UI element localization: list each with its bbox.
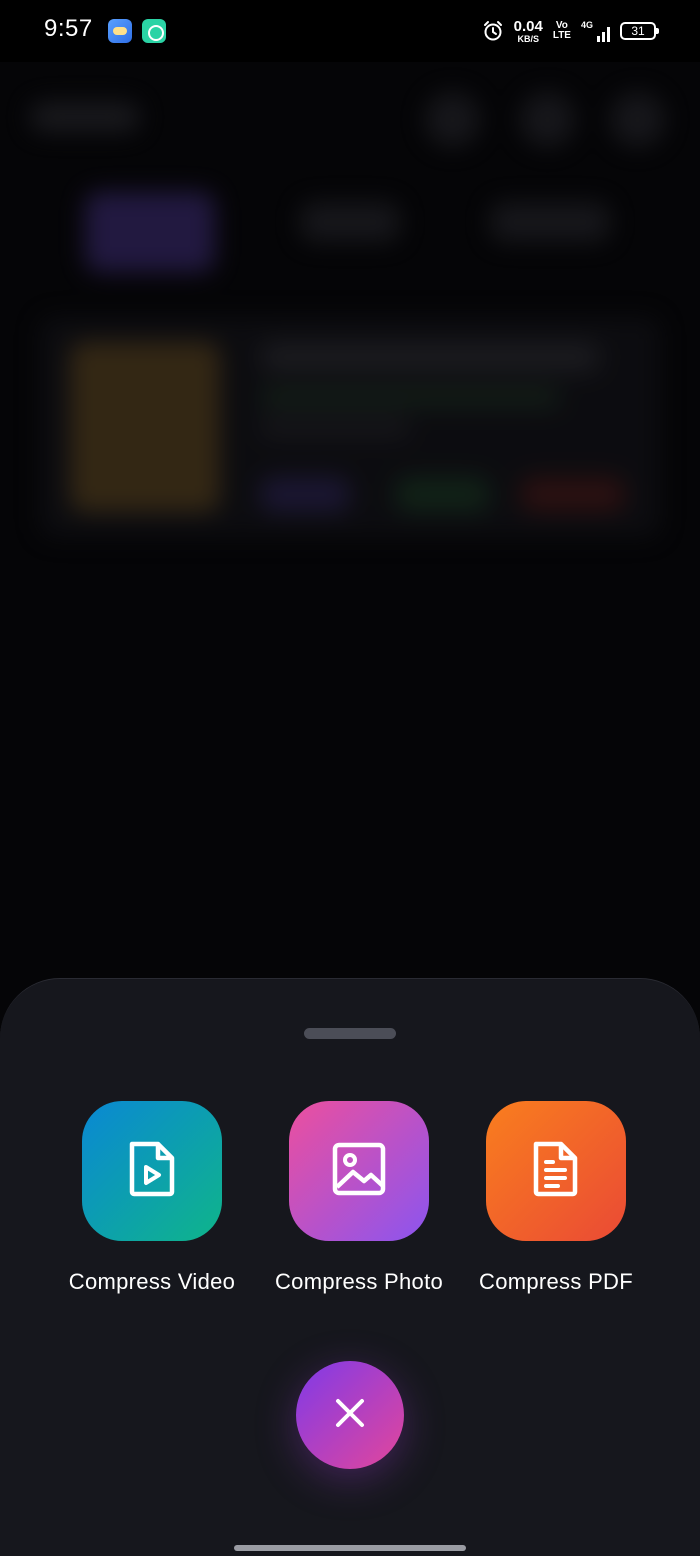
status-time: 9:57 xyxy=(44,15,93,42)
alarm-icon xyxy=(482,20,504,42)
signal-strength-icon: 4G xyxy=(581,20,610,42)
compress-photo-button[interactable]: Compress Photo xyxy=(259,1101,459,1295)
battery-level: 31 xyxy=(631,24,645,38)
chat-notification-icon xyxy=(142,19,166,43)
close-button[interactable] xyxy=(296,1361,404,1469)
image-icon xyxy=(331,1141,387,1202)
weather-notification-icon xyxy=(108,19,132,43)
video-file-icon xyxy=(126,1140,178,1203)
compress-video-tile[interactable] xyxy=(82,1101,222,1241)
volte-bottom-label: LTE xyxy=(552,30,571,41)
signal-bar xyxy=(607,27,610,42)
compress-pdf-tile[interactable] xyxy=(486,1101,626,1241)
signal-bar xyxy=(602,32,605,42)
sheet-drag-handle[interactable] xyxy=(304,1028,396,1039)
status-bar: 9:57 0.04 KB/S Vo LTE 4G 31 xyxy=(0,0,700,62)
compress-video-label: Compress Video xyxy=(68,1269,236,1294)
close-icon xyxy=(333,1396,367,1435)
blurred-background xyxy=(0,62,700,982)
battery-icon: 31 xyxy=(620,22,659,40)
compress-options-sheet: Compress Video Compress Photo Compress P… xyxy=(0,978,700,1556)
signal-bar xyxy=(597,36,600,42)
compress-photo-label: Compress Photo xyxy=(274,1269,444,1294)
network-speed-value: 0.04 xyxy=(513,17,543,35)
compress-photo-tile[interactable] xyxy=(289,1101,429,1241)
network-speed-unit: KB/S xyxy=(517,33,539,44)
network-speed: 0.04 KB/S xyxy=(514,19,543,44)
status-indicators: 0.04 KB/S Vo LTE 4G 31 xyxy=(482,16,659,46)
document-icon xyxy=(531,1140,581,1203)
network-type-label: 4G xyxy=(580,20,593,30)
home-indicator[interactable] xyxy=(234,1545,466,1551)
compress-pdf-button[interactable]: Compress PDF xyxy=(456,1101,656,1295)
compress-pdf-label: Compress PDF xyxy=(479,1269,633,1294)
volte-indicator: Vo LTE xyxy=(553,21,571,41)
compress-video-button[interactable]: Compress Video xyxy=(52,1101,252,1295)
